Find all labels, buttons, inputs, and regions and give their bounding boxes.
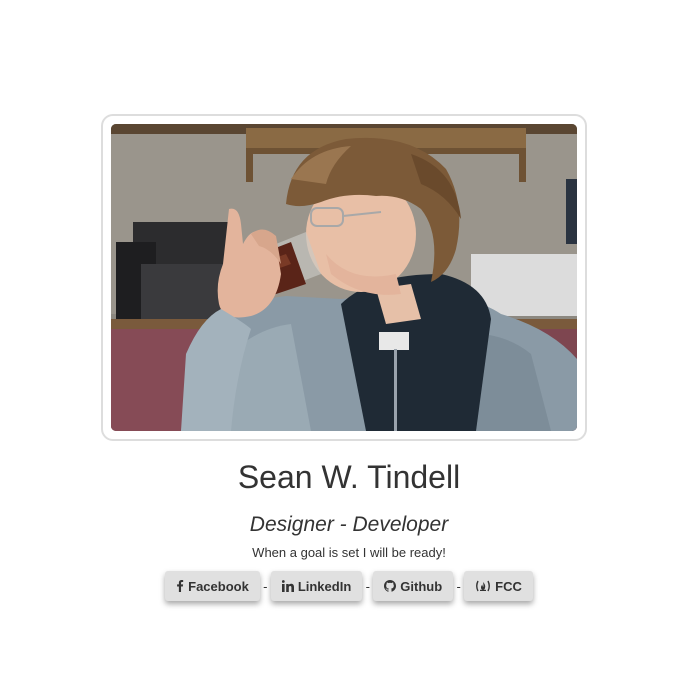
linkedin-button[interactable]: LinkedIn	[270, 571, 363, 601]
linkedin-label: LinkedIn	[297, 578, 352, 594]
profile-photo-drawing	[111, 124, 577, 431]
github-button[interactable]: Github	[373, 571, 454, 601]
profile-page: Sean W. Tindell Designer - Developer Whe…	[0, 0, 698, 698]
profile-motto: When a goal is set I will be ready!	[252, 545, 446, 560]
github-label: Github	[400, 578, 443, 594]
facebook-icon	[176, 580, 184, 592]
linkedin-icon	[281, 580, 294, 592]
github-icon	[384, 580, 397, 592]
profile-role: Designer - Developer	[249, 513, 449, 536]
facebook-button[interactable]: Facebook	[165, 571, 260, 601]
facebook-label: Facebook	[188, 578, 249, 594]
fcc-label: FCC	[495, 578, 522, 594]
link-separator: -	[456, 578, 461, 594]
photo-frame	[101, 114, 587, 441]
fcc-button[interactable]: FCC	[464, 571, 533, 601]
link-separator: -	[365, 578, 370, 594]
profile-name: Sean W. Tindell	[237, 459, 461, 495]
social-links: Facebook - LinkedIn - Github - FCC	[0, 571, 698, 601]
profile-photo	[111, 124, 577, 431]
freecodecamp-icon	[475, 580, 491, 592]
link-separator: -	[263, 578, 268, 594]
